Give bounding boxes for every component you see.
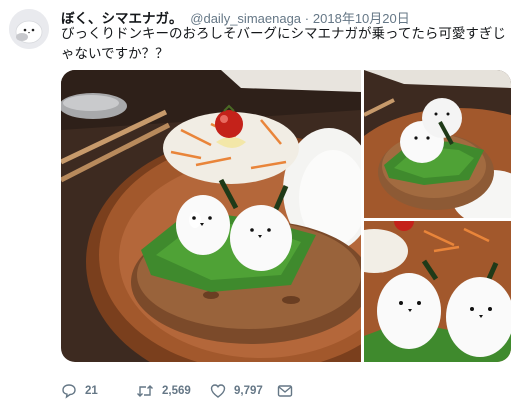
- retweet-button[interactable]: 2,569: [136, 383, 191, 399]
- photo-bottom-right[interactable]: [364, 221, 511, 362]
- avatar-bird-icon: [9, 9, 49, 49]
- photo-main[interactable]: [61, 70, 361, 362]
- mail-icon: [277, 385, 293, 397]
- photo-top-right[interactable]: [364, 70, 511, 218]
- heart-icon: [210, 384, 226, 398]
- avatar[interactable]: [9, 9, 49, 49]
- like-count: 9,797: [234, 385, 263, 397]
- reply-count: 21: [85, 385, 98, 397]
- like-button[interactable]: 9,797: [210, 383, 263, 399]
- reply-icon: [62, 384, 76, 399]
- retweet-count: 2,569: [162, 385, 191, 397]
- retweet-icon: [137, 385, 153, 397]
- media-grid: [61, 70, 511, 362]
- message-button[interactable]: [277, 383, 293, 399]
- reply-button[interactable]: 21: [61, 383, 98, 399]
- tweet-text: びっくりドンキーのおろしそバーグにシマエナガが乗ってたら可愛すぎじゃないですか？…: [61, 26, 506, 61]
